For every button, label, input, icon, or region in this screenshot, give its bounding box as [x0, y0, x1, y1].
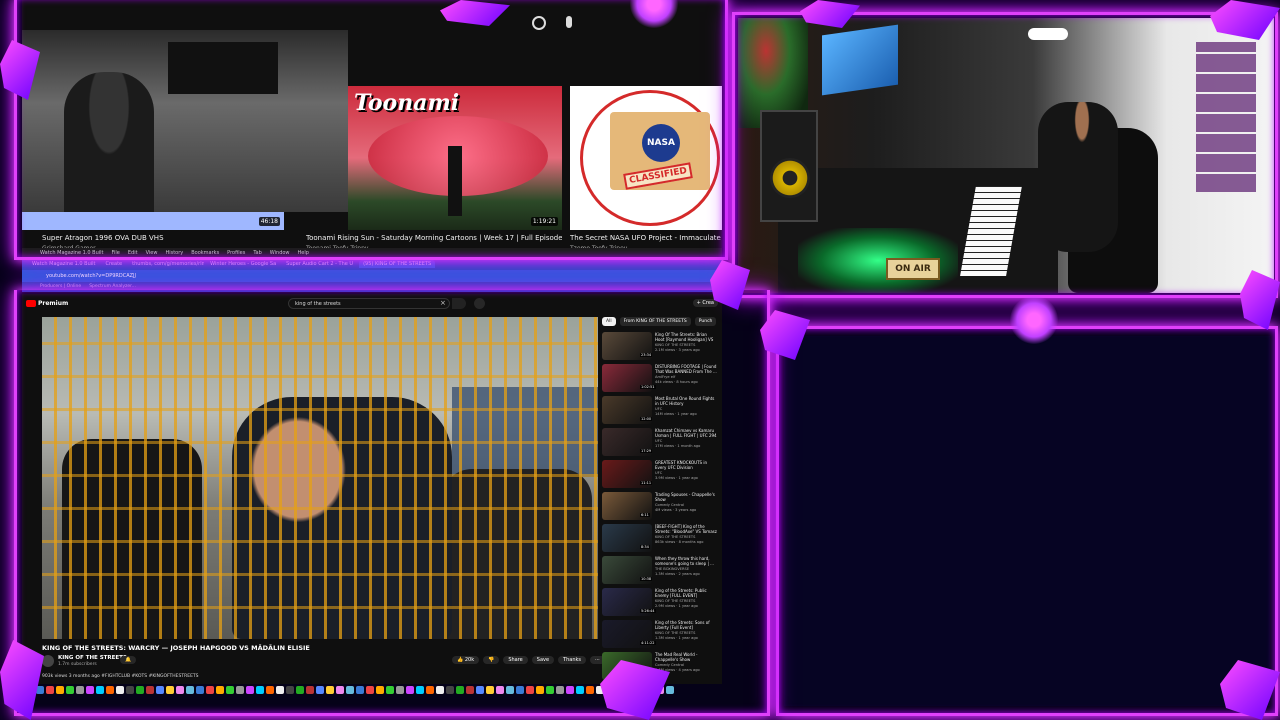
browser-tab-active[interactable]: (95) KING OF THE STREETS	[359, 260, 436, 268]
address-bar[interactable]: youtube.com/watch?v=DP9RDCAZJJ	[22, 270, 722, 282]
neon-frame-bottom-right	[776, 326, 1278, 716]
browser-tab[interactable]: thumbs, com/g/memories/rlm	[128, 260, 204, 268]
stream-overlay: 46:18 Toonami 1:19:21 NASA CLASSIFIED Su…	[0, 0, 1280, 720]
neon-frame-top-left	[14, 0, 728, 260]
neon-frame-top-right	[732, 12, 1278, 298]
browser-tab[interactable]: Super Audio Cart 2 - The U	[282, 260, 357, 268]
neon-orb	[1010, 296, 1058, 344]
browser-tab[interactable]: Winter Heroes - Google Sa	[206, 260, 280, 268]
browser-tab[interactable]: Create	[102, 260, 127, 268]
neon-frame-bottom-left	[14, 290, 770, 716]
browser-tab[interactable]: Watch Magazine 1.0 Built	[28, 260, 100, 268]
